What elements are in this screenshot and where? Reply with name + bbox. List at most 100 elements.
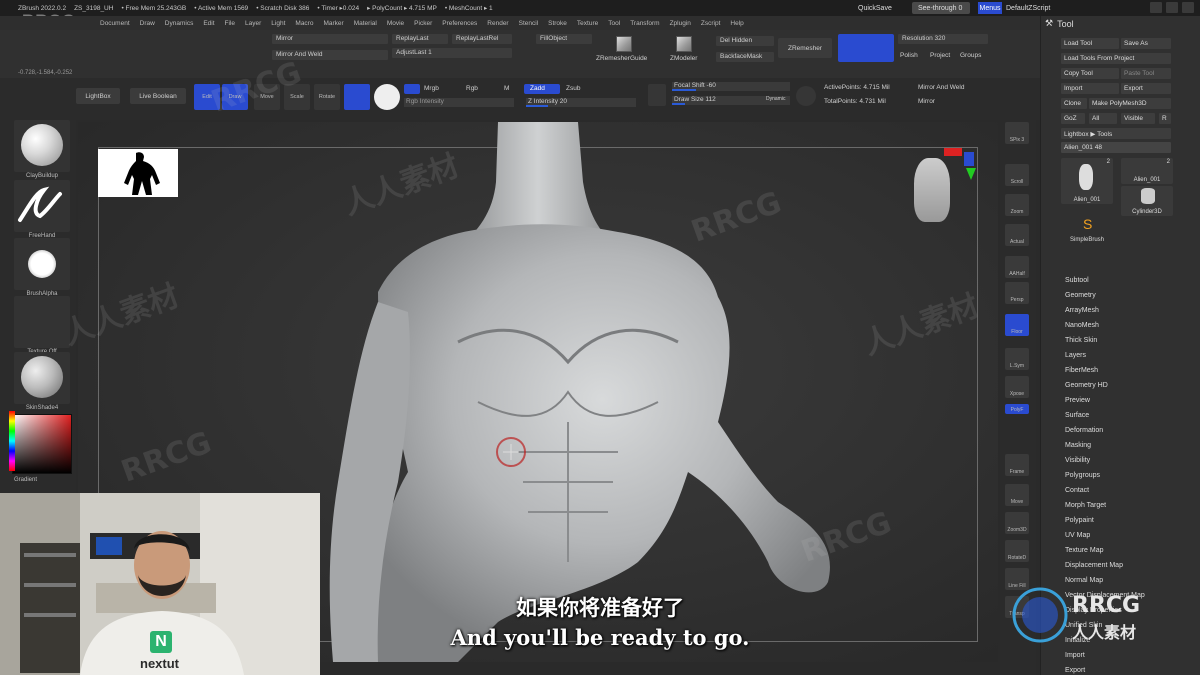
menu-stroke[interactable]: Stroke (548, 20, 567, 27)
mrgb-toggle[interactable] (404, 84, 420, 94)
subpalette-deformation[interactable]: Deformation (1065, 423, 1195, 438)
mirror-and-weld-shortcut[interactable]: Mirror And Weld (918, 84, 964, 91)
tool-thumb-alien-2[interactable]: 2 Alien_001 (1121, 158, 1173, 184)
zmodeler-icon[interactable] (676, 36, 692, 52)
stroke-freehand[interactable]: FreeHand (14, 180, 70, 239)
import-button[interactable]: Import (1061, 83, 1119, 94)
subpalette-fibermesh[interactable]: FiberMesh (1065, 363, 1195, 378)
navigation-head-icon[interactable] (914, 158, 950, 222)
aahalf-button[interactable]: AAHalf (1005, 256, 1029, 278)
subpalette-surface[interactable]: Surface (1065, 408, 1195, 423)
menu-picker[interactable]: Picker (414, 20, 432, 27)
subpalette-arraymesh[interactable]: ArrayMesh (1065, 303, 1195, 318)
scroll-button[interactable]: Scroll (1005, 164, 1029, 186)
gradient-label[interactable]: Gradient (14, 477, 37, 483)
live-boolean-button[interactable]: Live Boolean (130, 88, 186, 104)
make-polymesh3d-button[interactable]: Make PolyMesh3D (1089, 98, 1171, 109)
lightbox-button[interactable]: LightBox (76, 88, 120, 104)
menu-file[interactable]: File (225, 20, 235, 27)
spix-button[interactable]: SPix 3 (1005, 122, 1029, 144)
m-toggle[interactable]: M (504, 85, 509, 92)
menu-macro[interactable]: Macro (295, 20, 313, 27)
xpose-button[interactable]: Xpose (1005, 376, 1029, 398)
material-slot[interactable]: SkinShade4 (14, 352, 70, 411)
save-as-button[interactable]: Save As (1121, 38, 1171, 49)
mirror-and-weld-button[interactable]: Mirror And Weld (272, 50, 388, 60)
menus-toggle[interactable]: Menus (978, 2, 1002, 14)
polish-toggle[interactable]: Polish (900, 52, 918, 59)
subpalette-preview[interactable]: Preview (1065, 393, 1195, 408)
export-button[interactable]: Export (1121, 83, 1171, 94)
scale-mode-button[interactable]: Scale (284, 84, 310, 110)
backface-mask-button[interactable]: BackfaceMask (716, 52, 774, 62)
tool-thumb-simplebrush[interactable]: S SimpleBrush (1061, 216, 1113, 244)
subpalette-polygroups[interactable]: Polygroups (1065, 468, 1195, 483)
subpalette-texture-map[interactable]: Texture Map (1065, 543, 1195, 558)
draw-mode-button[interactable]: Draw (222, 84, 248, 110)
menu-draw[interactable]: Draw (140, 20, 155, 27)
subpalette-geometry[interactable]: Geometry (1065, 288, 1195, 303)
subpalette-geometry-hd[interactable]: Geometry HD (1065, 378, 1195, 393)
project-toggle[interactable]: Project (930, 52, 950, 59)
adjust-last-slider[interactable]: AdjustLast 1 (392, 48, 512, 58)
tool-thumb-cylinder[interactable]: Cylinder3D (1121, 186, 1173, 216)
goz-r-button[interactable]: R (1159, 113, 1171, 124)
focal-brush-icon[interactable] (648, 84, 666, 106)
menu-marker[interactable]: Marker (323, 20, 343, 27)
see-through-slider[interactable]: See-through 0 (912, 2, 970, 14)
menu-stencil[interactable]: Stencil (519, 20, 539, 27)
subpalette-displacement-map[interactable]: Displacement Map (1065, 558, 1195, 573)
subpalette-visibility[interactable]: Visibility (1065, 453, 1195, 468)
current-tool-slider[interactable]: Alien_001 48 (1061, 142, 1171, 153)
edit-mode-button[interactable]: Edit (194, 84, 220, 110)
menu-texture[interactable]: Texture (577, 20, 598, 27)
subpalette-masking[interactable]: Masking (1065, 438, 1195, 453)
rgb-intensity-slider[interactable]: Rgb Intensity (404, 98, 514, 107)
zadd-toggle[interactable]: Zadd (524, 84, 560, 94)
move-mode-button[interactable]: Move (254, 84, 280, 110)
subpalette-nanomesh[interactable]: NanoMesh (1065, 318, 1195, 333)
material-sphere-icon[interactable] (374, 84, 400, 110)
close-button[interactable] (1182, 2, 1194, 13)
del-hidden-button[interactable]: Del Hidden (716, 36, 774, 46)
subpalette-import[interactable]: Import (1065, 648, 1195, 663)
draw-size-slider[interactable]: Draw Size 112 Dynamic (672, 96, 790, 105)
actual-button[interactable]: Actual (1005, 224, 1029, 246)
floor-button[interactable]: Floor (1005, 314, 1029, 336)
dynamesh-button[interactable] (838, 34, 894, 62)
lightbox-tools-button[interactable]: Lightbox ▶ Tools (1061, 128, 1171, 139)
load-tools-from-project-button[interactable]: Load Tools From Project (1061, 53, 1171, 64)
menu-help[interactable]: Help (730, 20, 743, 27)
edit-opacity-icon[interactable] (796, 86, 816, 106)
menu-render[interactable]: Render (487, 20, 508, 27)
lsym-button[interactable]: L.Sym (1005, 348, 1029, 370)
rotate-mode-button[interactable]: Rotate (314, 84, 340, 110)
tool-thumb-alien-1[interactable]: 2 Alien_001 (1061, 158, 1113, 204)
dynamic-toggle[interactable]: Dynamic (766, 96, 785, 102)
sculpt-mode-icon[interactable] (344, 84, 370, 110)
minimize-button[interactable] (1150, 2, 1162, 13)
focal-shift-slider[interactable]: Focal Shift -60 (672, 82, 790, 91)
goz-visible-button[interactable]: Visible (1121, 113, 1155, 124)
resolution-slider[interactable]: Resolution 320 (898, 34, 988, 44)
persp-button[interactable]: Persp (1005, 282, 1029, 304)
menu-dynamics[interactable]: Dynamics (165, 20, 194, 27)
quicksave-button[interactable]: QuickSave (858, 2, 892, 14)
menu-preferences[interactable]: Preferences (442, 20, 477, 27)
subpalette-export[interactable]: Export (1065, 663, 1195, 675)
groups-toggle[interactable]: Groups (960, 52, 981, 59)
zremesher-button[interactable]: ZRemesher (778, 38, 832, 58)
color-picker[interactable] (9, 411, 72, 474)
z-intensity-slider[interactable]: Z Intensity 20 (526, 98, 636, 107)
subpalette-uv-map[interactable]: UV Map (1065, 528, 1195, 543)
paste-tool-button[interactable]: Paste Tool (1121, 68, 1171, 79)
zoom-button[interactable]: Zoom (1005, 194, 1029, 216)
subpalette-contact[interactable]: Contact (1065, 483, 1195, 498)
zremesher-guide-icon[interactable] (616, 36, 632, 52)
subpalette-polypaint[interactable]: Polypaint (1065, 513, 1195, 528)
menu-movie[interactable]: Movie (387, 20, 404, 27)
move-view-button[interactable]: Move (1005, 484, 1029, 506)
menu-layer[interactable]: Layer (245, 20, 261, 27)
zsub-toggle[interactable]: Zsub (566, 85, 580, 92)
alpha-brush[interactable]: BrushAlpha (14, 238, 70, 297)
